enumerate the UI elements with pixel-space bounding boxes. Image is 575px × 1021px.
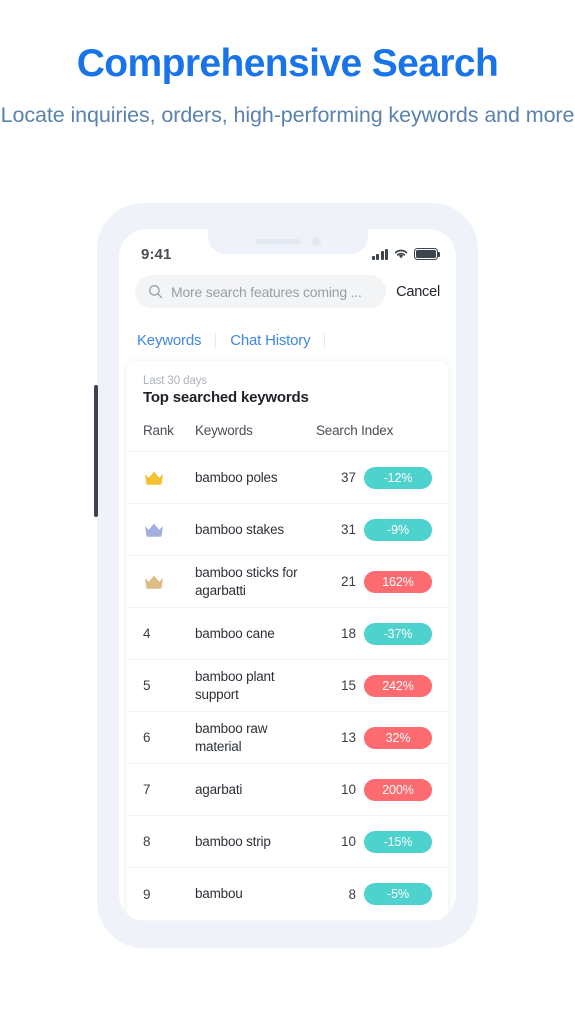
cell-search-index: 21 162% — [316, 570, 432, 593]
change-badge: -5% — [364, 883, 432, 905]
phone-mockup: 9:41 More search features coming ... Can… — [93, 203, 478, 948]
battery-icon — [414, 248, 441, 260]
change-badge: 162% — [364, 570, 432, 593]
card-header: Last 30 days Top searched keywords — [127, 361, 448, 406]
cell-search-index: 10 -15% — [316, 830, 432, 853]
search-index-value: 21 — [340, 574, 356, 589]
cell-search-index: 10 200% — [316, 778, 432, 801]
table-row[interactable]: 4 bamboo cane 18 -37% — [127, 608, 448, 660]
cell-keyword: bamboo raw material — [195, 720, 268, 754]
cancel-button[interactable]: Cancel — [396, 284, 440, 300]
change-badge: 242% — [364, 674, 432, 697]
change-badge: -9% — [364, 518, 432, 541]
change-badge: -12% — [364, 466, 432, 489]
search-index-value: 10 — [340, 782, 356, 797]
tab-divider — [324, 333, 326, 348]
table-row[interactable]: bamboo poles 37 -12% — [127, 452, 448, 504]
cell-rank — [143, 522, 195, 538]
cell-keyword: bamboo stakes — [195, 521, 284, 537]
cell-search-index: 37 -12% — [316, 466, 432, 489]
page-subtitle: Locate inquiries, orders, high-performin… — [0, 102, 575, 127]
search-index-value: 13 — [340, 730, 356, 745]
cell-search-index: 18 -37% — [316, 622, 432, 645]
card-title: Top searched keywords — [143, 389, 309, 406]
crown-icon — [145, 523, 163, 537]
phone-notch — [207, 229, 368, 254]
search-row: More search features coming ... Cancel — [119, 273, 456, 322]
top-keywords-card: Last 30 days Top searched keywords Rank … — [127, 361, 448, 920]
cell-search-index: 31 -9% — [316, 518, 432, 541]
cell-search-index: 8 -5% — [316, 883, 432, 905]
search-index-value: 10 — [340, 834, 356, 849]
front-camera-icon — [311, 237, 321, 246]
card-period-label: Last 30 days — [143, 375, 208, 387]
keyword-table: bamboo poles 37 -12% bamboo stakes 31 -9% bamb… — [127, 452, 448, 920]
change-badge: -37% — [364, 622, 432, 645]
tab-bar: Keywords Chat History — [119, 322, 456, 361]
phone-side-button[interactable] — [93, 385, 98, 517]
cell-keyword: agarbati — [195, 781, 243, 797]
cell-rank: 5 — [143, 678, 195, 693]
cell-keyword: bamboo poles — [195, 469, 278, 485]
table-row[interactable]: 8 bamboo strip 10 -15% — [127, 816, 448, 868]
cell-rank: 4 — [143, 626, 195, 641]
table-row[interactable]: 9 bambou 8 -5% — [127, 868, 448, 920]
rank-number: 9 — [143, 886, 151, 902]
hero-section: Comprehensive Search Locate inquiries, o… — [0, 0, 575, 130]
search-input[interactable]: More search features coming ... — [135, 275, 387, 308]
crown-icon — [145, 575, 163, 589]
search-index-value: 37 — [340, 470, 356, 485]
cell-keyword: bamboo strip — [195, 833, 271, 849]
table-column-headers: Rank Keywords Search Index — [127, 406, 448, 452]
search-index-value: 8 — [348, 886, 356, 902]
rank-number: 6 — [143, 730, 151, 745]
tab-keywords[interactable]: Keywords — [137, 332, 215, 349]
phone-screen: 9:41 More search features coming ... Can… — [119, 229, 456, 922]
tab-chat-history[interactable]: Chat History — [216, 332, 324, 349]
cell-keyword: bamboo cane — [195, 625, 275, 641]
table-row[interactable]: bamboo stakes 31 -9% — [127, 504, 448, 556]
cell-search-index: 15 242% — [316, 674, 432, 697]
search-icon — [149, 285, 163, 299]
change-badge: 200% — [364, 778, 432, 801]
search-index-value: 15 — [340, 678, 356, 693]
search-placeholder: More search features coming ... — [171, 283, 362, 300]
table-row[interactable]: bamboo sticks for agarbatti 21 162% — [127, 556, 448, 608]
cell-keyword: bamboo sticks for agarbatti — [195, 564, 298, 598]
cell-rank: 6 — [143, 730, 195, 745]
cell-keyword: bambou — [195, 886, 243, 902]
status-time: 9:41 — [141, 245, 172, 263]
page-title: Comprehensive Search — [76, 42, 499, 85]
speaker-grille-icon — [254, 239, 301, 244]
search-index-value: 31 — [340, 522, 356, 537]
rank-number: 5 — [143, 678, 151, 693]
cell-rank — [143, 574, 195, 590]
change-badge: 32% — [364, 726, 432, 749]
table-row[interactable]: 7 agarbati 10 200% — [127, 764, 448, 816]
column-header-keywords: Keywords — [195, 423, 253, 438]
wifi-icon — [394, 249, 408, 259]
rank-number: 4 — [143, 626, 151, 641]
cell-rank — [143, 470, 195, 486]
crown-icon — [145, 471, 163, 485]
cell-keyword: bamboo plant support — [195, 668, 275, 702]
rank-number: 7 — [143, 782, 151, 797]
table-row[interactable]: 6 bamboo raw material 13 32% — [127, 712, 448, 764]
cell-search-index: 13 32% — [316, 726, 432, 749]
cell-rank: 7 — [143, 782, 195, 797]
change-badge: -15% — [364, 830, 432, 853]
signal-bars-icon — [371, 248, 388, 260]
table-row[interactable]: 5 bamboo plant support 15 242% — [127, 660, 448, 712]
rank-number: 8 — [143, 834, 151, 849]
status-icons — [371, 248, 441, 260]
column-header-search-index: Search Index — [316, 423, 394, 438]
cell-rank: 8 — [143, 834, 195, 849]
cell-rank: 9 — [143, 887, 195, 902]
search-index-value: 18 — [340, 626, 356, 641]
column-header-rank: Rank — [143, 423, 174, 438]
